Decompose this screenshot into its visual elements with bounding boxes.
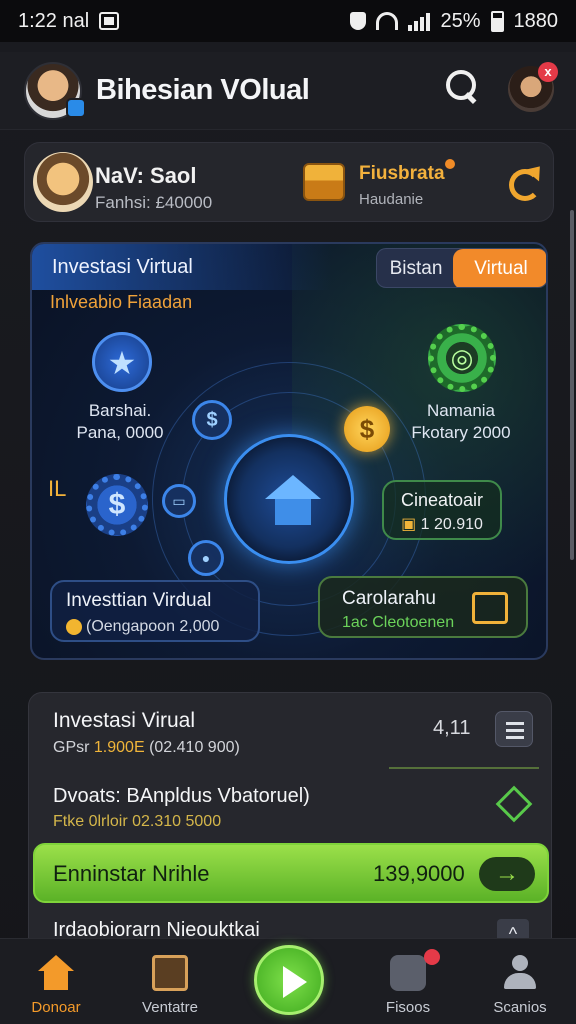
feature-label[interactable]: Fiusbrata	[359, 163, 445, 185]
user-balance: Fanhsi: £40000	[95, 193, 213, 212]
trend-up-icon[interactable]	[499, 789, 529, 817]
user-name: NaV: Saol	[95, 163, 197, 188]
divider	[389, 767, 539, 769]
shield-icon	[350, 12, 367, 30]
list-item-sub: GPsr 1.900E (02.410 900)	[53, 739, 240, 757]
battery-icon	[490, 10, 504, 32]
scrollbar[interactable]	[570, 210, 574, 560]
nav-item-home[interactable]: Donoar	[6, 945, 106, 1021]
verified-badge-icon	[66, 97, 86, 118]
bottom-nav: Donoar Ventatre Fisoos Scanios	[0, 938, 576, 1024]
right-label-2: Fkotary 2000	[411, 423, 511, 442]
signal-icon	[408, 11, 431, 31]
tiny-label: IL	[48, 476, 67, 501]
list-item-sub-highlight: 1.900E	[93, 739, 145, 756]
app-title: Bihesian VOlual	[96, 74, 310, 106]
nav-label: Donoar	[31, 999, 81, 1016]
stat-box-value-text: 1 20.910	[420, 516, 483, 533]
status-time: 1:22 nal	[18, 9, 90, 32]
goal-title: Carolarahu	[342, 588, 436, 609]
star-icon[interactable]: ★	[92, 332, 152, 392]
list-item-sub-rest: (02.410 900)	[149, 739, 240, 756]
battery-percent: 25%	[440, 9, 481, 32]
toggle-option-bistan[interactable]: Bistan	[377, 249, 455, 287]
app-screen: 1:22 nal 25% 1880 Bihesian VOlual x NaV:…	[0, 0, 576, 1024]
goal-sub: 1ac Cleotoenen	[342, 614, 455, 631]
treasure-chest-icon[interactable]	[303, 163, 345, 201]
screen-record-icon	[99, 12, 120, 30]
notification-badge: x	[538, 62, 558, 82]
refresh-icon[interactable]	[505, 163, 541, 201]
gold-coin-icon[interactable]: $	[344, 406, 390, 452]
stat-box-title: Cineatoair	[400, 490, 484, 510]
arrow-right-icon[interactable]: →	[479, 857, 535, 891]
nav-item-scanios[interactable]: Scanios	[470, 945, 570, 1021]
list-item-value: 4,11	[433, 717, 471, 739]
cta-button[interactable]: Enninstar Nrihle 139,9000 →	[33, 843, 549, 903]
list-item-title[interactable]: Dvoats: BAnpldus Vbatoruel)	[53, 785, 310, 808]
nav-item-ventatre[interactable]: Ventatre	[120, 945, 220, 1021]
notification-dot	[424, 949, 440, 965]
investment-sub-text: (Oengapoon 2,000	[86, 618, 220, 635]
feature-dot-icon	[445, 159, 455, 169]
app-header: Bihesian VOlual x	[0, 52, 576, 130]
stat-box-green[interactable]: Cineatoair ▣ 1 20.910	[382, 480, 502, 540]
hero-subtitle: Inlveabio Fiaadan	[50, 292, 193, 312]
hero-panel: Investasi Virtual Bistan Virtual Inlveab…	[30, 242, 548, 660]
investment-title: Investtian Virdual	[66, 590, 212, 611]
nav-label: Fisoos	[385, 999, 431, 1016]
book-icon	[472, 592, 508, 624]
left-label-1: Barshai.	[88, 401, 152, 420]
stat-box-value: ▣ 1 20.910	[384, 514, 500, 534]
user-icon	[502, 955, 538, 991]
hero-title: Investasi Virtual	[52, 256, 193, 278]
calendar-icon	[152, 955, 188, 991]
mode-toggle: Bistan Virtual	[376, 248, 546, 288]
left-label-2: Pana, 0000	[76, 423, 164, 442]
house-icon	[265, 475, 321, 525]
feature-sub: Haudanie	[359, 191, 424, 208]
status-clock: 1880	[513, 9, 559, 32]
list-menu-icon[interactable]	[495, 711, 533, 747]
node-icon: ●	[188, 540, 224, 576]
status-bar: 1:22 nal 25% 1880	[0, 0, 576, 42]
user-avatar	[33, 152, 93, 212]
home-icon	[38, 955, 74, 991]
investment-list: Investasi Virual GPsr 1.900E (02.410 900…	[28, 692, 552, 952]
investment-sub: (Oengapoon 2,000	[66, 618, 219, 636]
list-item-sub-prefix: GPsr	[53, 739, 90, 756]
app-avatar[interactable]	[24, 61, 86, 120]
chart-mini-icon: ▣	[401, 516, 421, 533]
nav-label: Scanios	[493, 999, 547, 1016]
play-button[interactable]	[254, 945, 324, 1015]
cta-label: Enninstar Nrihle	[53, 861, 210, 886]
goal-box[interactable]: Carolarahu 1ac Cleotoenen	[318, 576, 528, 638]
nav-item-fisoos[interactable]: Fisoos	[358, 945, 458, 1021]
investment-box[interactable]: Investtian Virdual (Oengapoon 2,000	[50, 580, 260, 642]
search-icon[interactable]	[444, 68, 480, 104]
camera-icon	[390, 955, 426, 991]
smile-icon	[66, 618, 82, 635]
card-icon: ▭	[162, 484, 196, 518]
green-gear-icon[interactable]: ◎	[428, 324, 496, 392]
user-card[interactable]: NaV: Saol Fanhsi: £40000 Fiusbrata Hauda…	[24, 142, 554, 222]
list-item-sub: Ftke 0lrloir 02.310 5000	[53, 813, 222, 830]
cta-value: 139,9000	[373, 861, 465, 886]
toggle-option-virtual[interactable]: Virtual	[453, 249, 546, 287]
nav-label: Ventatre	[142, 999, 198, 1016]
right-label-1: Namania	[426, 401, 496, 420]
dollar-coin-icon: $	[192, 400, 232, 440]
wifi-icon	[376, 12, 399, 30]
center-hub[interactable]	[224, 434, 354, 564]
dollar-gear-icon[interactable]: $	[86, 474, 148, 536]
list-item-title[interactable]: Investasi Virual	[53, 709, 195, 733]
